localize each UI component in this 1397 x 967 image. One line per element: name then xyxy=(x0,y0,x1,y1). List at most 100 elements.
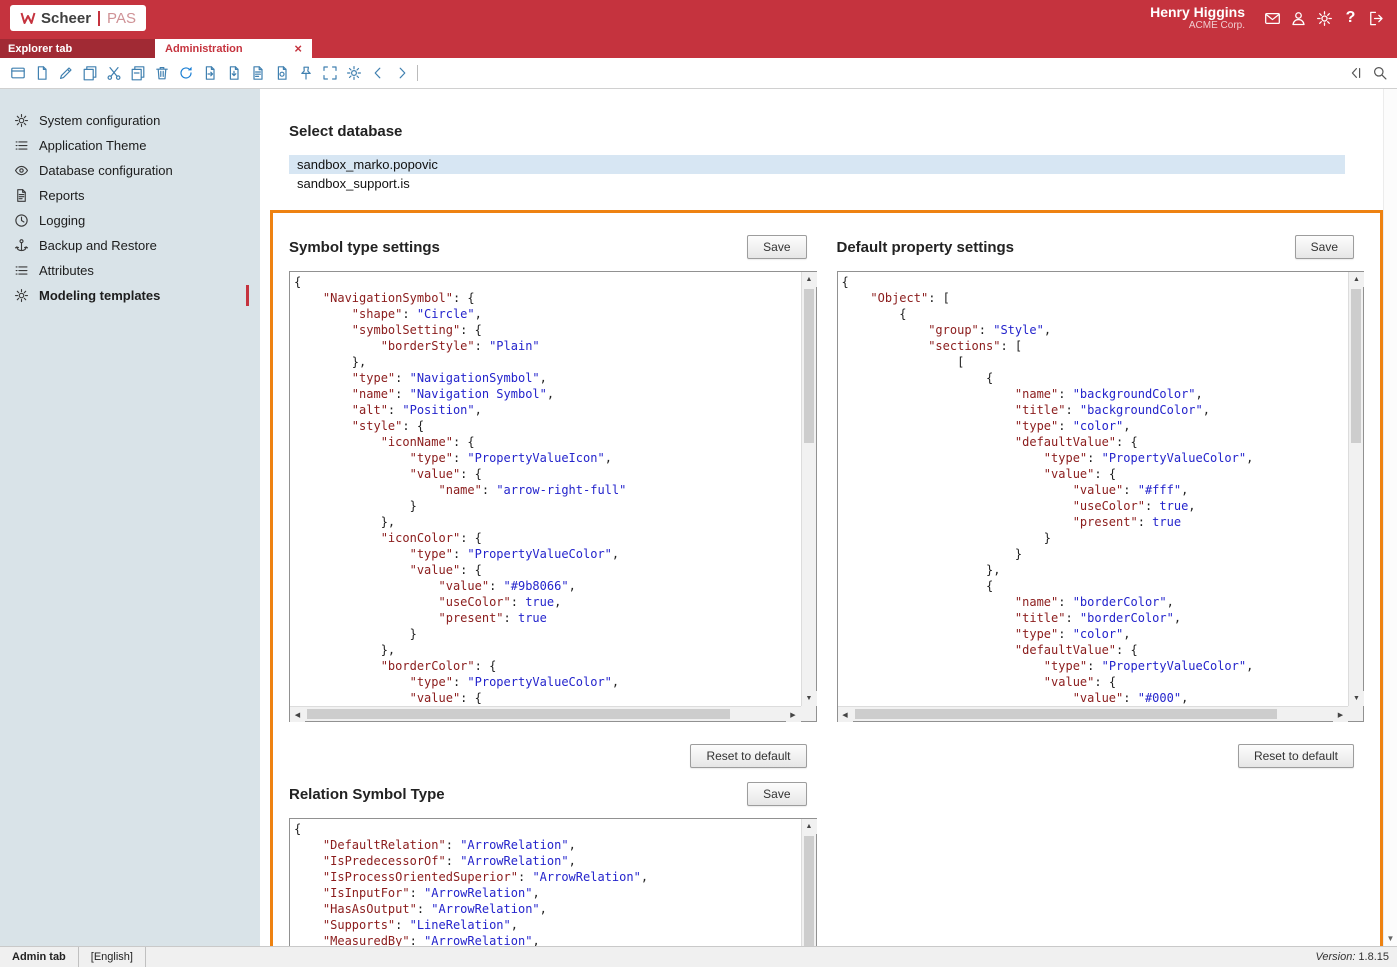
content-area: Select database sandbox_marko.popovic sa… xyxy=(260,89,1383,946)
scrollbar-thumb[interactable] xyxy=(307,709,730,719)
sidebar-item-system-configuration[interactable]: System configuration xyxy=(0,108,260,133)
copy-icon[interactable] xyxy=(81,65,98,82)
collapse-sidebar-icon[interactable] xyxy=(1347,65,1364,82)
sidebar-item-application-theme[interactable]: Application Theme xyxy=(0,133,260,158)
download-icon[interactable] xyxy=(225,65,242,82)
default-property-editor[interactable]: { "Object": [ { "group": "Style", "secti… xyxy=(837,271,1365,722)
tab-explorer[interactable]: Explorer tab xyxy=(0,39,155,58)
sidebar-item-database-configuration[interactable]: Database configuration xyxy=(0,158,260,183)
sidebar-item-attributes[interactable]: Attributes xyxy=(0,258,260,283)
scheer-pas-logo: Scheer PAS xyxy=(10,5,146,31)
scroll-up-icon[interactable] xyxy=(802,272,817,287)
admin-sidebar: System configuration Application Theme D… xyxy=(0,89,260,946)
database-row-selected[interactable]: sandbox_marko.popovic xyxy=(289,155,1345,174)
paste-icon[interactable] xyxy=(129,65,146,82)
delete-icon[interactable] xyxy=(153,65,170,82)
scroll-up-icon[interactable] xyxy=(802,819,817,834)
sidebar-item-backup-and-restore[interactable]: Backup and Restore xyxy=(0,233,260,258)
relation-symbol-editor[interactable]: { "DefaultRelation": "ArrowRelation", "I… xyxy=(289,818,817,946)
new-document-icon[interactable] xyxy=(33,65,50,82)
scrollbar-thumb[interactable] xyxy=(855,709,1278,719)
code-area[interactable]: { "DefaultRelation": "ArrowRelation", "I… xyxy=(290,819,801,946)
help-icon[interactable]: ? xyxy=(1340,8,1361,29)
logout-icon[interactable] xyxy=(1366,8,1387,29)
sidebar-item-label: Database configuration xyxy=(39,163,173,178)
scroll-down-icon[interactable] xyxy=(802,691,817,706)
sidebar-item-label: Modeling templates xyxy=(39,288,160,303)
vertical-scrollbar[interactable] xyxy=(801,272,816,706)
gear-icon xyxy=(14,288,30,304)
horizontal-scrollbar[interactable] xyxy=(838,706,1349,721)
scroll-left-icon[interactable] xyxy=(290,707,305,722)
status-language[interactable]: [English] xyxy=(79,947,146,967)
header-right: Henry Higgins ACME Corp. ? xyxy=(1150,5,1387,31)
modeling-templates-panel: Symbol type settings Save { "NavigationS… xyxy=(270,210,1383,946)
app-window: Scheer PAS Henry Higgins ACME Corp. ? Ex… xyxy=(0,0,1397,967)
gear-icon xyxy=(14,113,30,129)
reset-default-property-button[interactable]: Reset to default xyxy=(1238,744,1354,768)
gear-icon[interactable] xyxy=(345,65,362,82)
user-icon[interactable] xyxy=(1288,8,1309,29)
new-tab-icon[interactable] xyxy=(9,65,26,82)
toolbar-right xyxy=(1347,65,1388,82)
eye-icon xyxy=(14,163,30,179)
symbol-type-editor[interactable]: { "NavigationSymbol": { "shape": "Circle… xyxy=(289,271,817,722)
code-area[interactable]: { "NavigationSymbol": { "shape": "Circle… xyxy=(290,272,801,706)
app-header: Scheer PAS Henry Higgins ACME Corp. ? xyxy=(0,0,1397,36)
scrollbar-thumb[interactable] xyxy=(1351,289,1361,443)
scroll-down-icon[interactable] xyxy=(1384,934,1397,943)
save-default-property-button[interactable]: Save xyxy=(1295,235,1354,259)
refresh-icon[interactable] xyxy=(177,65,194,82)
database-list: sandbox_marko.popovic sandbox_support.is xyxy=(289,155,1345,193)
forward-icon[interactable] xyxy=(393,65,410,82)
tab-explorer-label: Explorer tab xyxy=(8,43,72,55)
sidebar-item-label: System configuration xyxy=(39,113,160,128)
sidebar-item-modeling-templates[interactable]: Modeling templates xyxy=(0,283,260,308)
snapshot-icon[interactable] xyxy=(273,65,290,82)
cut-icon[interactable] xyxy=(105,65,122,82)
tab-administration-label: Administration xyxy=(165,43,243,55)
scroll-left-icon[interactable] xyxy=(838,707,853,722)
sidebar-item-label: Application Theme xyxy=(39,138,146,153)
edit-icon[interactable] xyxy=(57,65,74,82)
scroll-right-icon[interactable] xyxy=(1333,707,1348,722)
scrollbar-thumb[interactable] xyxy=(804,836,814,946)
inbox-icon[interactable] xyxy=(1262,8,1283,29)
user-name: Henry Higgins xyxy=(1150,5,1245,20)
scheer-logo-mark xyxy=(20,10,36,26)
close-icon[interactable]: × xyxy=(294,41,302,56)
toolbar xyxy=(0,58,1397,89)
vertical-scrollbar[interactable] xyxy=(801,819,816,946)
export-icon[interactable] xyxy=(201,65,218,82)
back-icon[interactable] xyxy=(369,65,386,82)
sidebar-item-logging[interactable]: Logging xyxy=(0,208,260,233)
horizontal-scrollbar[interactable] xyxy=(290,706,801,721)
database-row[interactable]: sandbox_support.is xyxy=(289,174,1345,193)
code-area[interactable]: { "Object": [ { "group": "Style", "secti… xyxy=(838,272,1349,706)
search-icon[interactable] xyxy=(1371,65,1388,82)
status-admin-tab[interactable]: Admin tab xyxy=(0,947,79,967)
pin-icon[interactable] xyxy=(297,65,314,82)
relation-symbol-type-title: Relation Symbol Type xyxy=(289,786,445,803)
toolbar-icons xyxy=(9,65,410,82)
report-icon[interactable] xyxy=(249,65,266,82)
scroll-down-icon[interactable] xyxy=(1349,691,1364,706)
symbol-type-settings-title: Symbol type settings xyxy=(289,239,440,256)
sidebar-item-reports[interactable]: Reports xyxy=(0,183,260,208)
fit-screen-icon[interactable] xyxy=(321,65,338,82)
save-symbol-type-button[interactable]: Save xyxy=(747,235,806,259)
sidebar-item-label: Logging xyxy=(39,213,85,228)
gear-icon[interactable] xyxy=(1314,8,1335,29)
tab-administration[interactable]: Administration × xyxy=(155,39,312,58)
window-scrollbar[interactable] xyxy=(1383,89,1397,946)
sidebar-item-label: Reports xyxy=(39,188,85,203)
user-company: ACME Corp. xyxy=(1150,20,1245,31)
vertical-scrollbar[interactable] xyxy=(1348,272,1363,706)
scroll-up-icon[interactable] xyxy=(1349,272,1364,287)
reset-symbol-type-button[interactable]: Reset to default xyxy=(690,744,806,768)
save-relation-symbol-button[interactable]: Save xyxy=(747,782,806,806)
scroll-right-icon[interactable] xyxy=(786,707,801,722)
brand-name: Scheer xyxy=(41,10,91,27)
scrollbar-thumb[interactable] xyxy=(804,289,814,443)
list-icon xyxy=(14,263,30,279)
